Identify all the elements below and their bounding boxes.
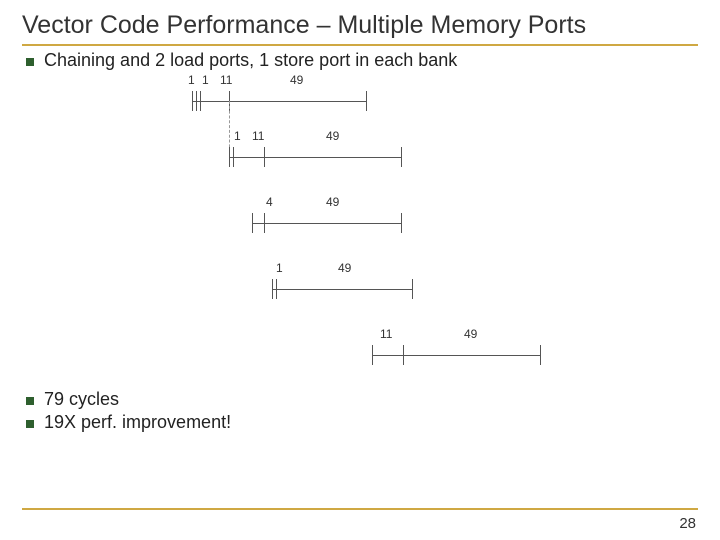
seg-label: 1 <box>202 73 209 87</box>
title-divider <box>22 44 698 46</box>
seg-label: 11 <box>220 73 232 87</box>
seg-label: 49 <box>464 327 477 341</box>
seg-label: 1 <box>234 129 241 143</box>
seg-label: 1 <box>188 73 195 87</box>
seg-label: 49 <box>290 73 303 87</box>
bullet-text: Chaining and 2 load ports, 1 store port … <box>44 50 457 71</box>
timing-diagram: 1 1 11 49 1 11 49 4 49 <box>172 77 552 387</box>
footer-divider <box>22 508 698 510</box>
seg-label: 4 <box>266 195 273 209</box>
slide-body: Chaining and 2 load ports, 1 store port … <box>22 50 698 433</box>
bullet-text: 79 cycles <box>44 389 119 410</box>
seg-label: 49 <box>326 129 339 143</box>
bullet-item: 79 cycles <box>26 389 698 410</box>
seg-label: 11 <box>380 327 392 341</box>
seg-label: 1 <box>276 261 283 275</box>
bullet-icon <box>26 397 34 405</box>
bullet-icon <box>26 58 34 66</box>
slide-title: Vector Code Performance – Multiple Memor… <box>22 10 698 40</box>
seg-label: 49 <box>326 195 339 209</box>
bullet-item: 19X perf. improvement! <box>26 412 698 433</box>
bullet-text: 19X perf. improvement! <box>44 412 231 433</box>
seg-label: 49 <box>338 261 351 275</box>
page-number: 28 <box>679 515 696 532</box>
bullet-icon <box>26 420 34 428</box>
bullet-item: Chaining and 2 load ports, 1 store port … <box>26 50 698 71</box>
seg-label: 11 <box>252 129 264 143</box>
